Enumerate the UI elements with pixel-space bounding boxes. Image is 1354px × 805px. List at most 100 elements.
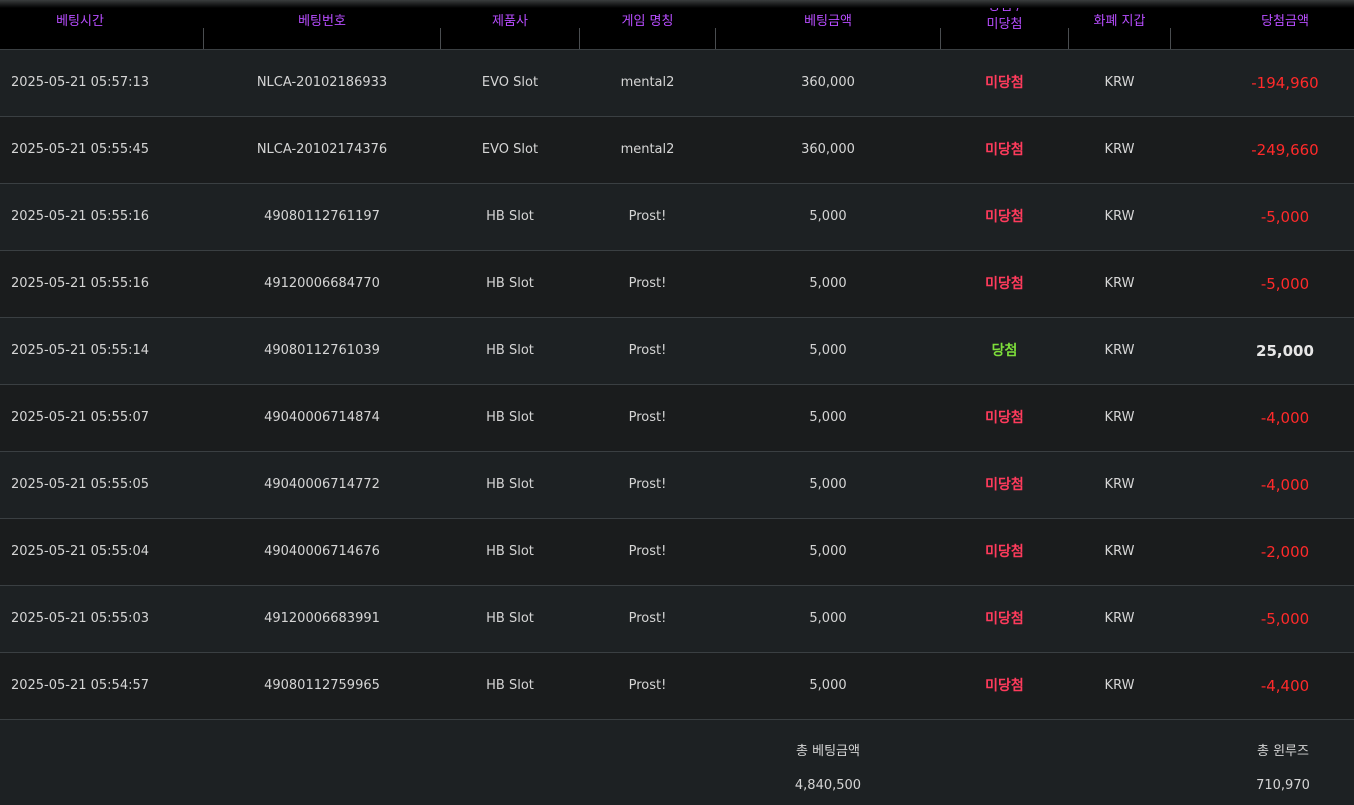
- bet-amount-cell: 5,000: [809, 611, 847, 626]
- win-amount-cell: -4,400: [1260, 677, 1310, 695]
- win-amount-cell: -249,660: [1251, 141, 1319, 159]
- bet-amount-cell: 360,000: [801, 142, 855, 157]
- result-cell: 미당첨: [985, 276, 1024, 292]
- bet-number-cell: 49120006683991: [264, 611, 380, 626]
- currency-cell: KRW: [1104, 209, 1135, 224]
- currency-cell: KRW: [1104, 544, 1135, 559]
- total-winloss-label: 총 윈루즈: [1257, 744, 1309, 759]
- result-cell: 미당첨: [985, 75, 1024, 91]
- header-bet-time-label: 베팅시간: [56, 14, 104, 29]
- bet-number-cell: 49040006714772: [264, 477, 380, 492]
- win-amount-cell: -5,000: [1260, 610, 1310, 628]
- header-game-name-label: 게임 명칭: [621, 14, 674, 29]
- bet-amount-cell: 5,000: [809, 343, 847, 358]
- bet-number-cell: 49080112761039: [264, 343, 380, 358]
- bet-number-cell: NLCA-20102174376: [256, 142, 388, 157]
- table-row[interactable]: 2025-05-21 05:55:04 49040006714676 HB Slot…: [0, 519, 1354, 586]
- table-row[interactable]: 2025-05-21 05:55:07 49040006714874 HB Slot…: [0, 385, 1354, 452]
- table-body: 2025-05-21 05:57:13 NLCA-20102186933 EVO S…: [0, 50, 1354, 720]
- currency-cell: KRW: [1104, 477, 1135, 492]
- total-bet-label: 총 베팅금액: [796, 744, 860, 759]
- result-cell: 미당첨: [985, 678, 1024, 694]
- header-result-line2: 미당첨: [986, 17, 1023, 32]
- bet-time-cell: 2025-05-21 05:55:07: [10, 410, 150, 425]
- win-amount-cell: -5,000: [1260, 275, 1310, 293]
- table-row[interactable]: 2025-05-21 05:55:16 49120006684770 HB Slot…: [0, 251, 1354, 318]
- currency-cell: KRW: [1104, 678, 1135, 693]
- provider-cell: HB Slot: [486, 276, 534, 291]
- game-name-cell: Prost!: [628, 611, 667, 626]
- provider-cell: HB Slot: [486, 611, 534, 626]
- bet-time-cell: 2025-05-21 05:55:16: [10, 209, 150, 224]
- result-cell: 미당첨: [985, 410, 1024, 426]
- result-cell: 미당첨: [985, 544, 1024, 560]
- result-cell: 당첨: [991, 343, 1018, 359]
- result-cell: 미당첨: [985, 209, 1024, 225]
- table-row[interactable]: 2025-05-21 05:55:03 49120006683991 HB Slot…: [0, 586, 1354, 653]
- game-name-cell: Prost!: [628, 209, 667, 224]
- betting-history-panel: 베팅시간 베팅번호 제품사 게임 명칭 베팅금액 당첨 / 미당첨 화폐 지갑: [0, 0, 1354, 805]
- bet-time-cell: 2025-05-21 05:55:45: [10, 142, 150, 157]
- table-row[interactable]: 2025-05-21 05:55:45 NLCA-20102174376 EVO S…: [0, 117, 1354, 184]
- game-name-cell: mental2: [620, 142, 675, 157]
- bet-amount-cell: 5,000: [809, 276, 847, 291]
- bet-number-cell: 49040006714874: [264, 410, 380, 425]
- currency-cell: KRW: [1104, 343, 1135, 358]
- bet-number-cell: 49040006714676: [264, 544, 380, 559]
- win-amount-cell: -4,000: [1260, 409, 1310, 427]
- provider-cell: HB Slot: [486, 343, 534, 358]
- bet-time-cell: 2025-05-21 05:55:16: [10, 276, 150, 291]
- game-name-cell: Prost!: [628, 544, 667, 559]
- result-cell: 미당첨: [985, 142, 1024, 158]
- currency-cell: KRW: [1104, 276, 1135, 291]
- table-row[interactable]: 2025-05-21 05:55:14 49080112761039 HB Slot…: [0, 318, 1354, 385]
- win-amount-cell: -2,000: [1260, 543, 1310, 561]
- currency-cell: KRW: [1104, 410, 1135, 425]
- header-bet-number-label: 베팅번호: [298, 14, 346, 29]
- provider-cell: HB Slot: [486, 410, 534, 425]
- provider-cell: HB Slot: [486, 544, 534, 559]
- table-row[interactable]: 2025-05-21 05:55:16 49080112761197 HB Slot…: [0, 184, 1354, 251]
- game-name-cell: Prost!: [628, 410, 667, 425]
- table-row[interactable]: 2025-05-21 05:55:05 49040006714772 HB Slot…: [0, 452, 1354, 519]
- win-amount-cell: 25,000: [1256, 342, 1314, 360]
- bet-number-cell: 49080112761197: [264, 209, 380, 224]
- bet-time-cell: 2025-05-21 05:55:05: [10, 477, 150, 492]
- bet-time-cell: 2025-05-21 05:57:13: [10, 75, 150, 90]
- bet-amount-cell: 5,000: [809, 678, 847, 693]
- bet-number-cell: 49080112759965: [264, 678, 380, 693]
- provider-cell: HB Slot: [486, 477, 534, 492]
- currency-cell: KRW: [1104, 611, 1135, 626]
- table-row[interactable]: 2025-05-21 05:54:57 49080112759965 HB Slot…: [0, 653, 1354, 720]
- header-win-amount-label: 당첨금액: [1261, 14, 1309, 29]
- totals-footer: 총 베팅금액 4,840,500 총 윈루즈 710,970: [0, 720, 1354, 805]
- game-name-cell: Prost!: [628, 343, 667, 358]
- bet-time-cell: 2025-05-21 05:55:04: [10, 544, 150, 559]
- currency-cell: KRW: [1104, 75, 1135, 90]
- header-currency-label: 화폐 지갑: [1093, 14, 1146, 29]
- header-provider-label: 제품사: [492, 14, 528, 29]
- bet-amount-cell: 5,000: [809, 410, 847, 425]
- game-name-cell: Prost!: [628, 276, 667, 291]
- bet-amount-cell: 5,000: [809, 544, 847, 559]
- bet-number-cell: 49120006684770: [264, 276, 380, 291]
- provider-cell: EVO Slot: [481, 142, 539, 157]
- table-row[interactable]: 2025-05-21 05:57:13 NLCA-20102186933 EVO S…: [0, 50, 1354, 117]
- bet-number-cell: NLCA-20102186933: [256, 75, 388, 90]
- provider-cell: HB Slot: [486, 209, 534, 224]
- header-bet-amount-label: 베팅금액: [804, 14, 852, 29]
- result-cell: 미당첨: [985, 477, 1024, 493]
- bet-amount-cell: 5,000: [809, 477, 847, 492]
- win-amount-cell: -4,000: [1260, 476, 1310, 494]
- win-amount-cell: -194,960: [1251, 74, 1319, 92]
- column-divider: [1170, 28, 1171, 49]
- provider-cell: EVO Slot: [481, 75, 539, 90]
- bet-time-cell: 2025-05-21 05:54:57: [10, 678, 150, 693]
- result-cell: 미당첨: [985, 611, 1024, 627]
- total-winloss-value: 710,970: [1256, 778, 1310, 793]
- game-name-cell: Prost!: [628, 678, 667, 693]
- bet-amount-cell: 5,000: [809, 209, 847, 224]
- bet-time-cell: 2025-05-21 05:55:14: [10, 343, 150, 358]
- game-name-cell: mental2: [620, 75, 675, 90]
- bet-amount-cell: 360,000: [801, 75, 855, 90]
